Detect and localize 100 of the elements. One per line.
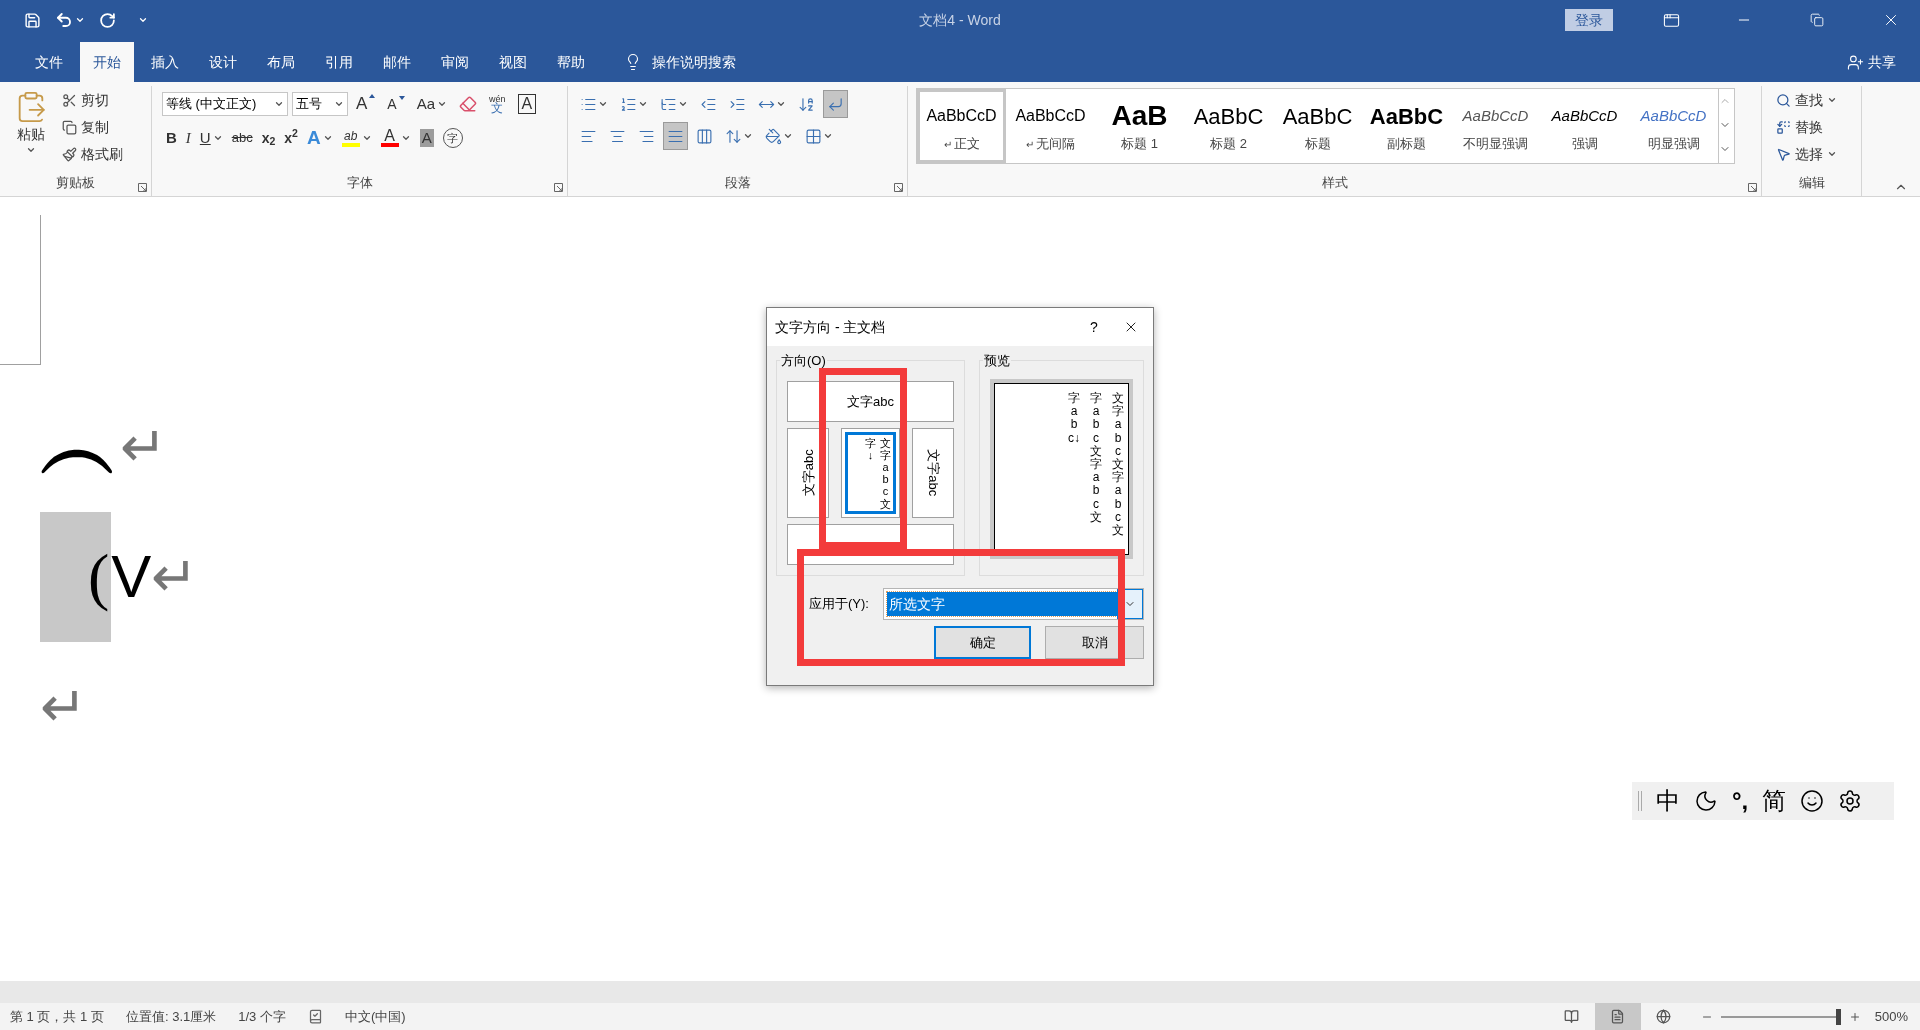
ime-punctuation[interactable]: °, [1732, 783, 1749, 819]
font-size-dropdown[interactable]: 五号 [292, 92, 348, 116]
page-icon [1610, 1009, 1626, 1024]
script-button[interactable]: x$_{2}$ [257, 124, 280, 152]
settings-icon[interactable] [1838, 789, 1863, 813]
save-icon[interactable] [24, 11, 41, 29]
editing-button[interactable]: 替换 [1776, 115, 1837, 139]
editing-button[interactable]: 查找 [1776, 88, 1837, 112]
editing-button[interactable]: 选择 [1776, 142, 1837, 166]
script-button[interactable]: x$^{2}$ [280, 124, 302, 152]
share-button[interactable]: 共享 [1847, 42, 1920, 82]
status-text[interactable]: 位置值: 3.1厘米 [125, 1006, 217, 1027]
group-label: 剪贴板 [56, 174, 95, 192]
restore-icon[interactable] [1810, 13, 1824, 27]
menu-tab[interactable]: 设计 [196, 42, 250, 82]
drag-handle [1638, 791, 1642, 811]
apply-to-dropdown[interactable]: 所选文字 [883, 588, 1144, 620]
language-status[interactable]: 中文(中国) [344, 1006, 406, 1027]
style-item[interactable]: AaBbC 副标题 [1362, 89, 1451, 163]
menu-tab[interactable]: 视图 [486, 42, 540, 82]
proofing-icon[interactable] [307, 1009, 323, 1024]
style-item[interactable]: AaBbCcD ↵正文 [917, 89, 1006, 163]
menu-tab[interactable]: 引用 [312, 42, 366, 82]
menu-tab[interactable]: 审阅 [428, 42, 482, 82]
italic-button[interactable]: I [181, 124, 195, 152]
emoji-icon[interactable] [1800, 789, 1825, 813]
font-color-button[interactable]: A [376, 124, 415, 152]
grow-font-button[interactable]: A [352, 90, 380, 118]
ime-charset[interactable]: 简 [1762, 783, 1787, 819]
shading-icon [765, 127, 782, 145]
zoom-level[interactable]: 500% [1874, 1006, 1908, 1027]
show-marks-button[interactable] [823, 90, 848, 118]
caret-icon [783, 131, 793, 141]
cancel-button[interactable]: 取消 [1045, 626, 1144, 659]
view-button[interactable] [1594, 1003, 1641, 1030]
show-marks-icon [827, 95, 844, 113]
status-text[interactable]: 1/3 个字 [238, 1006, 286, 1027]
direction-option[interactable]: 文字abc [912, 428, 954, 518]
highlight-button[interactable]: ab [337, 124, 376, 152]
style-item[interactable]: AaBbC 标题 [1273, 89, 1362, 163]
zoom-in-icon[interactable] [1848, 1010, 1861, 1023]
style-item[interactable]: AaBbC 标题 2 [1184, 89, 1273, 163]
caret-icon [1827, 95, 1837, 105]
tell-me-search[interactable]: 操作说明搜索 [652, 51, 736, 73]
dialog-launcher-icon[interactable] [1748, 183, 1757, 192]
style-item[interactable]: AaBbCcD 明显强调 [1629, 89, 1718, 163]
dialog-launcher-icon[interactable] [894, 183, 903, 192]
ime-mode[interactable]: 中 [1656, 783, 1680, 819]
style-item[interactable]: AaB 标题 1 [1095, 89, 1184, 163]
underline-button[interactable]: U [195, 124, 227, 152]
character-shading-button[interactable]: A [415, 124, 438, 152]
menu-tab[interactable]: 布局 [254, 42, 308, 82]
customize-icon[interactable] [138, 15, 148, 25]
menu-tab[interactable]: 插入 [138, 42, 192, 82]
justify-button[interactable] [663, 122, 688, 150]
globe-icon [1656, 1009, 1672, 1024]
caret-icon [598, 99, 608, 109]
redo-icon[interactable] [99, 11, 116, 29]
undo-icon[interactable] [55, 11, 73, 29]
group-label: 方向(O) [780, 351, 827, 371]
pointer-icon [1776, 146, 1791, 162]
caret-icon [75, 15, 85, 25]
group-label: 字体 [346, 174, 373, 192]
status-text[interactable]: 第 1 页，共 1 页 [10, 1006, 104, 1027]
zoom-thumb[interactable] [1835, 1008, 1841, 1025]
scissors-icon [62, 92, 77, 108]
strikethrough-button[interactable]: abc [227, 124, 257, 152]
ribbon-display-icon[interactable] [1663, 11, 1680, 29]
font-name-dropdown[interactable]: 等线 (中文正文) [162, 92, 288, 116]
direction-option[interactable]: 文字abc [787, 381, 954, 423]
style-item[interactable]: AaBbCcD ↵无间隔 [1006, 89, 1095, 163]
menu-tab[interactable]: 开始 [80, 42, 134, 82]
eraser-icon [459, 95, 478, 113]
phonetic-guide-button[interactable]: wén 文 [485, 90, 510, 118]
style-item[interactable]: AaBbCcD 不明显强调 [1451, 89, 1540, 163]
paragraph-mark: ↵ [40, 679, 87, 735]
menu-tab[interactable]: 文件 [22, 42, 76, 82]
group-label: 样式 [1321, 174, 1348, 192]
help-button[interactable]: ? [1079, 316, 1109, 338]
direction-option[interactable]: 字↓ 文字abc文 [841, 428, 900, 518]
ok-button[interactable]: 确定 [934, 626, 1031, 659]
menu-tab[interactable]: 帮助 [544, 42, 598, 82]
vertical-text: 文字abc文 [880, 437, 891, 510]
sign-in-button[interactable]: 登录 [1565, 9, 1613, 31]
line-spacing-icon [725, 127, 742, 145]
style-item[interactable]: AaBbCcD 强调 [1540, 89, 1629, 163]
paste-button[interactable]: 粘贴 [0, 86, 62, 172]
dialog-launcher-icon[interactable] [554, 183, 563, 192]
copy-icon [62, 119, 77, 135]
search-icon [1776, 92, 1791, 108]
change-case-button[interactable]: Aa [412, 90, 452, 118]
menu-tab[interactable]: 邮件 [370, 42, 424, 82]
clipboard-button[interactable]: 格式刷 [62, 142, 123, 166]
document-text: ︵ [40, 407, 120, 487]
clipboard-button[interactable]: 剪切 [62, 88, 123, 112]
shrink-font-button[interactable]: A [383, 90, 409, 118]
bold-button[interactable]: B [162, 124, 181, 152]
moon-icon[interactable] [1694, 789, 1718, 813]
clipboard-button[interactable]: 复制 [62, 115, 123, 139]
dialog-launcher-icon[interactable] [138, 183, 147, 192]
